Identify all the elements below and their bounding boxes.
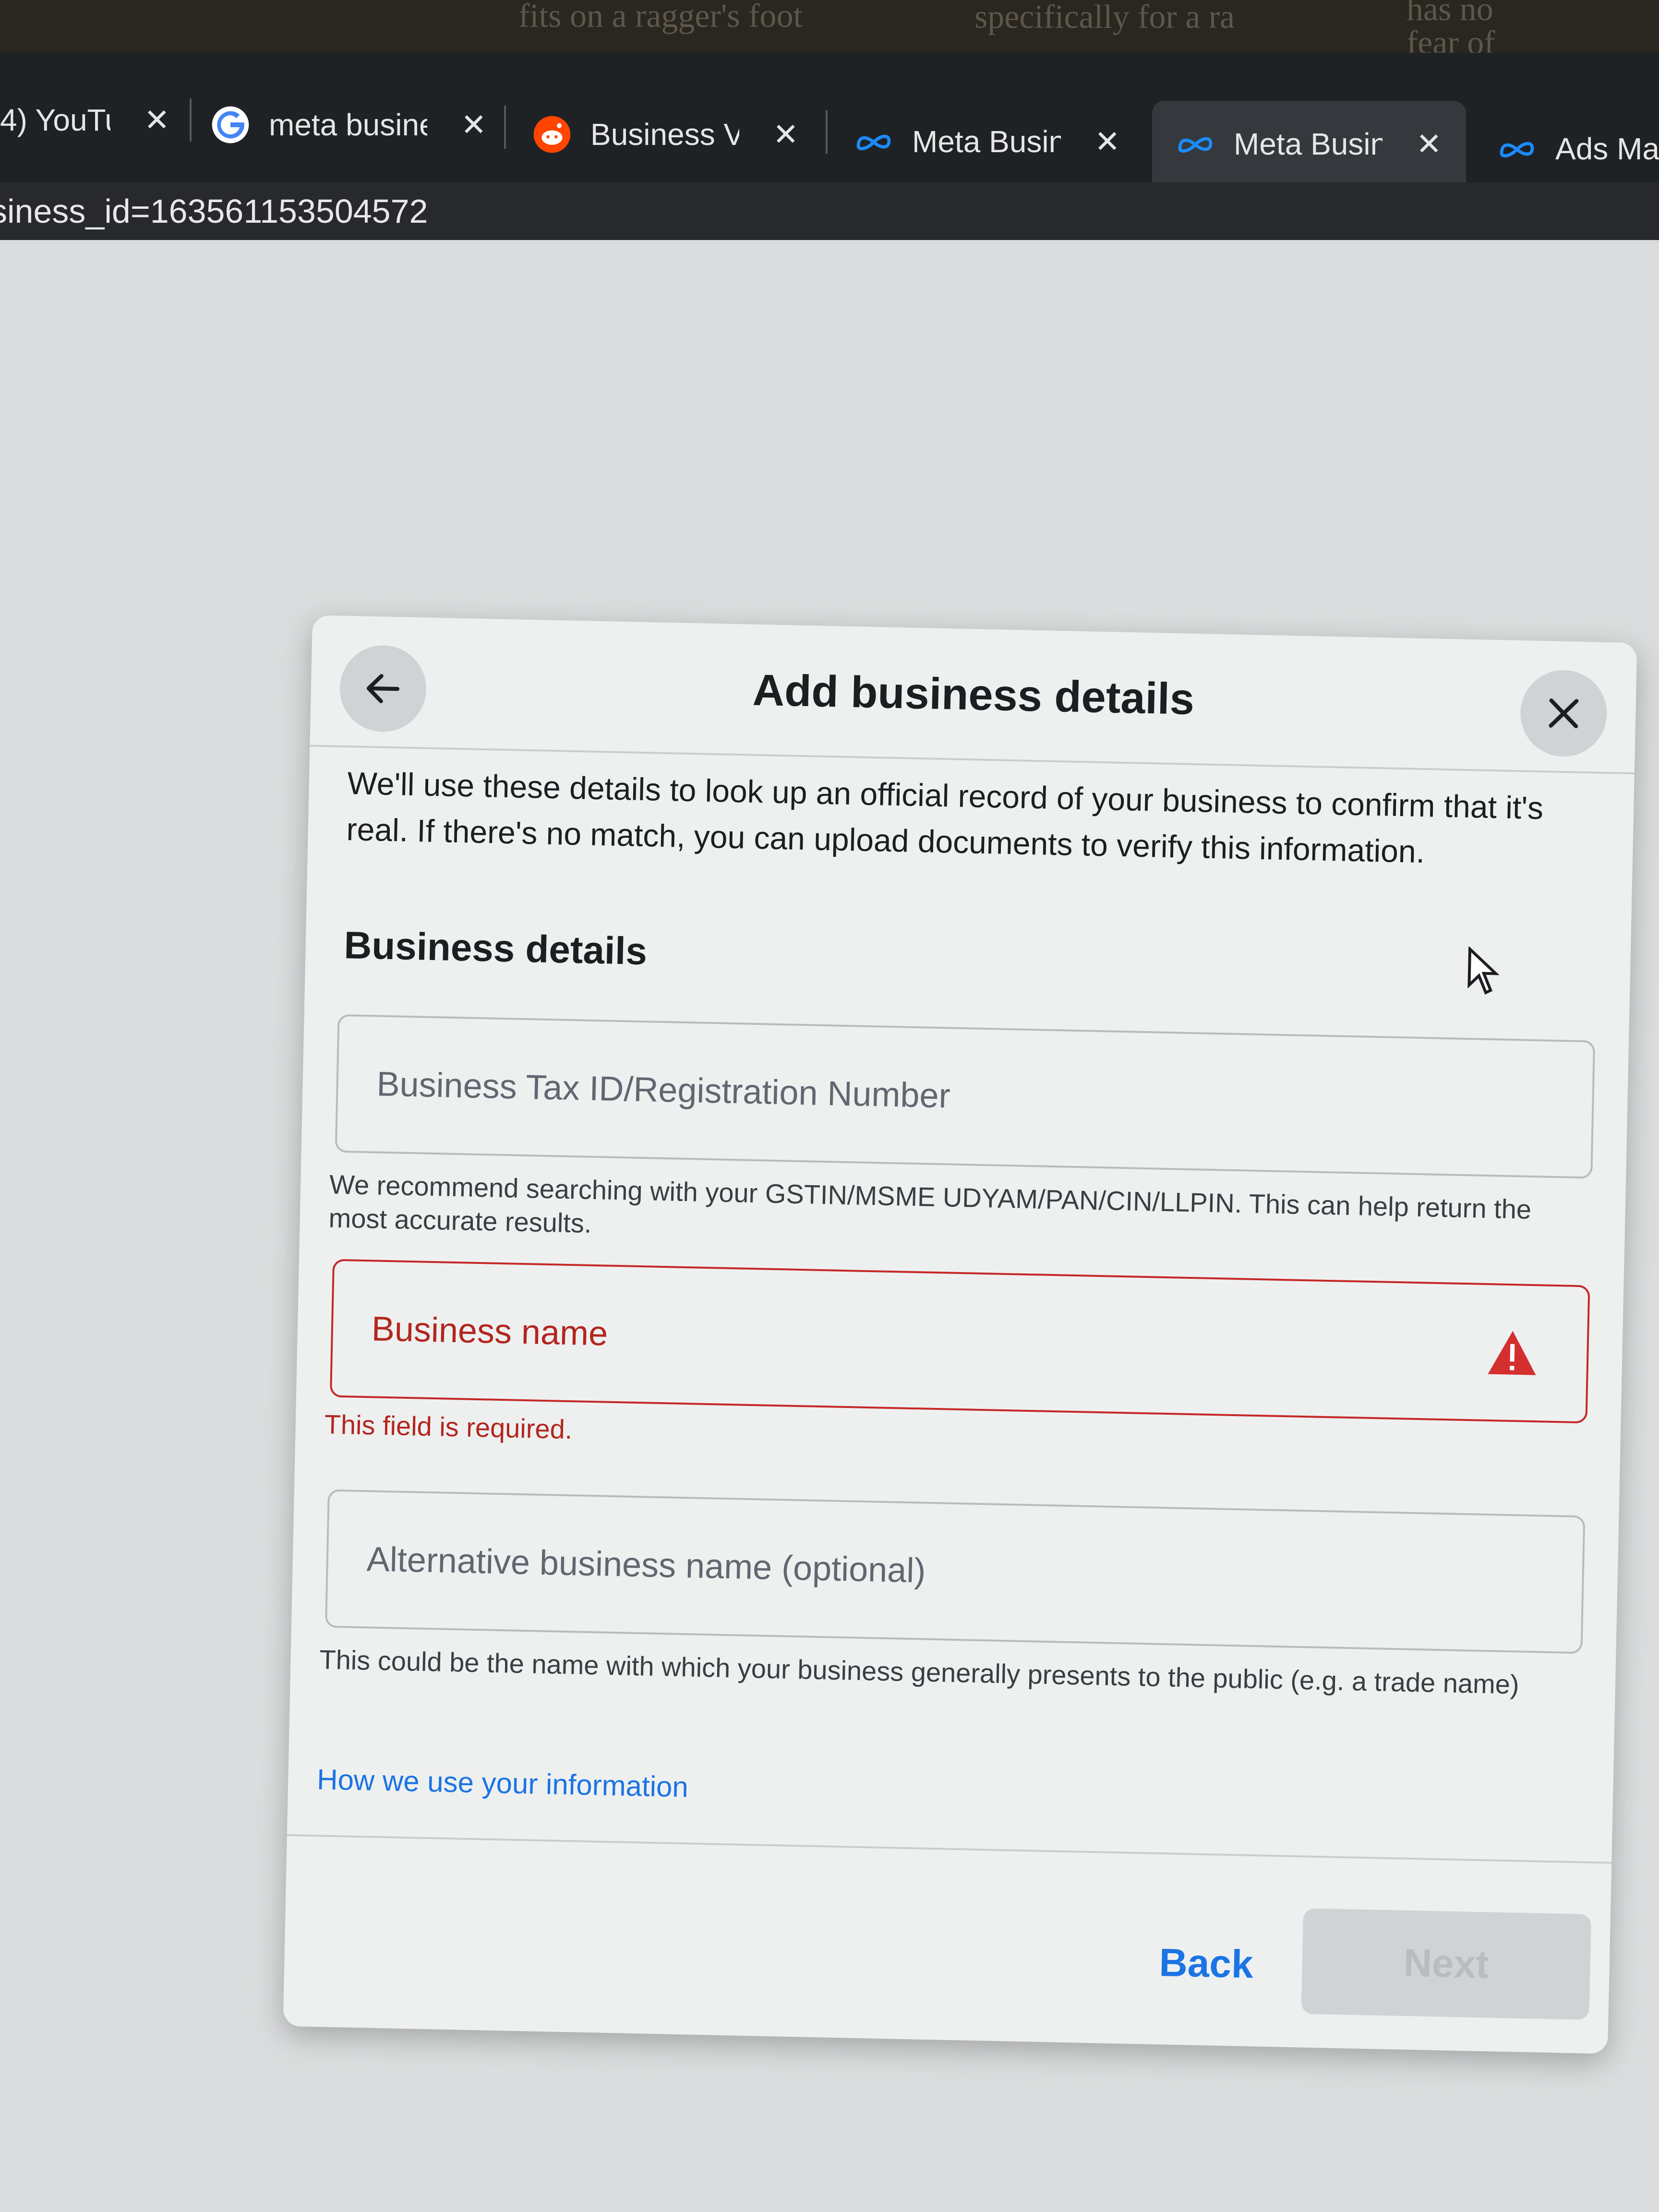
alternative-name-input[interactable] xyxy=(328,1538,1583,1605)
intro-text: We'll use these details to look up an of… xyxy=(346,765,1544,870)
business-name-input[interactable] xyxy=(333,1308,1587,1375)
tax-id-input[interactable] xyxy=(337,1063,1592,1130)
section-title: Business details xyxy=(343,923,648,973)
alternative-name-helper-text: This could be the name with which your b… xyxy=(319,1644,1520,1700)
tab-youtube[interactable]: 4) YouTu ✕ xyxy=(0,77,170,163)
add-business-details-dialog: Add business details We'll use these det… xyxy=(283,615,1637,2054)
close-icon[interactable]: ✕ xyxy=(773,117,799,153)
tab-separator xyxy=(504,106,506,149)
back-button[interactable]: Back xyxy=(1133,1919,1279,2008)
tab-separator xyxy=(826,110,828,154)
tab-title: 4) YouTu xyxy=(0,103,110,137)
tax-id-field[interactable] xyxy=(335,1014,1596,1179)
tab-reddit[interactable]: Business Ve ✕ xyxy=(533,91,799,178)
close-icon[interactable]: ✕ xyxy=(144,102,170,138)
close-icon[interactable]: ✕ xyxy=(1094,124,1120,160)
alternative-name-field[interactable] xyxy=(325,1489,1586,1654)
meta-icon xyxy=(856,134,891,150)
tab-ads-manager[interactable]: Ads Mar xyxy=(1498,106,1659,192)
close-icon xyxy=(1549,698,1579,728)
address-url: siness_id=163561153504572 xyxy=(0,192,428,230)
business-name-field[interactable] xyxy=(329,1259,1590,1424)
background-text: specifically for a ra xyxy=(974,0,1235,36)
tax-id-helper-text: We recommend searching with your GSTIN/M… xyxy=(328,1169,1532,1238)
close-icon[interactable]: ✕ xyxy=(1416,126,1442,162)
tab-title: Ads Mar xyxy=(1555,132,1659,166)
tab-google-search[interactable]: meta busine ✕ xyxy=(211,82,487,168)
background-page-strip: fits on a ragger's foot specifically for… xyxy=(0,0,1659,61)
warning-icon xyxy=(1488,1331,1536,1375)
mouse-cursor-icon xyxy=(1467,946,1500,995)
meta-icon xyxy=(1178,137,1213,153)
meta-icon xyxy=(1500,142,1534,157)
tab-meta-business-2[interactable]: Meta Busine ✕ xyxy=(1152,101,1466,187)
next-button[interactable]: Next xyxy=(1301,1908,1591,2020)
tab-title: meta busine xyxy=(269,108,427,142)
background-text: fits on a ragger's foot xyxy=(518,0,803,35)
browser-tab-bar: 4) YouTu ✕ meta busine ✕ Business Ve ✕ M… xyxy=(0,53,1659,197)
dialog-title: Add business details xyxy=(752,665,1195,724)
how-we-use-info-link[interactable]: How we use your information xyxy=(317,1763,689,1803)
footer-divider xyxy=(287,1834,1612,1864)
tab-meta-business-1[interactable]: Meta Busine ✕ xyxy=(854,98,1120,185)
close-icon[interactable]: ✕ xyxy=(461,107,487,143)
tab-separator xyxy=(190,98,192,142)
reddit-icon xyxy=(533,116,571,153)
tab-title: Meta Busine xyxy=(912,124,1061,159)
address-bar[interactable]: siness_id=163561153504572 xyxy=(0,182,1659,240)
google-icon xyxy=(212,106,249,144)
tab-title: Meta Busine xyxy=(1234,127,1382,161)
tab-title: Business Ve xyxy=(590,117,739,152)
